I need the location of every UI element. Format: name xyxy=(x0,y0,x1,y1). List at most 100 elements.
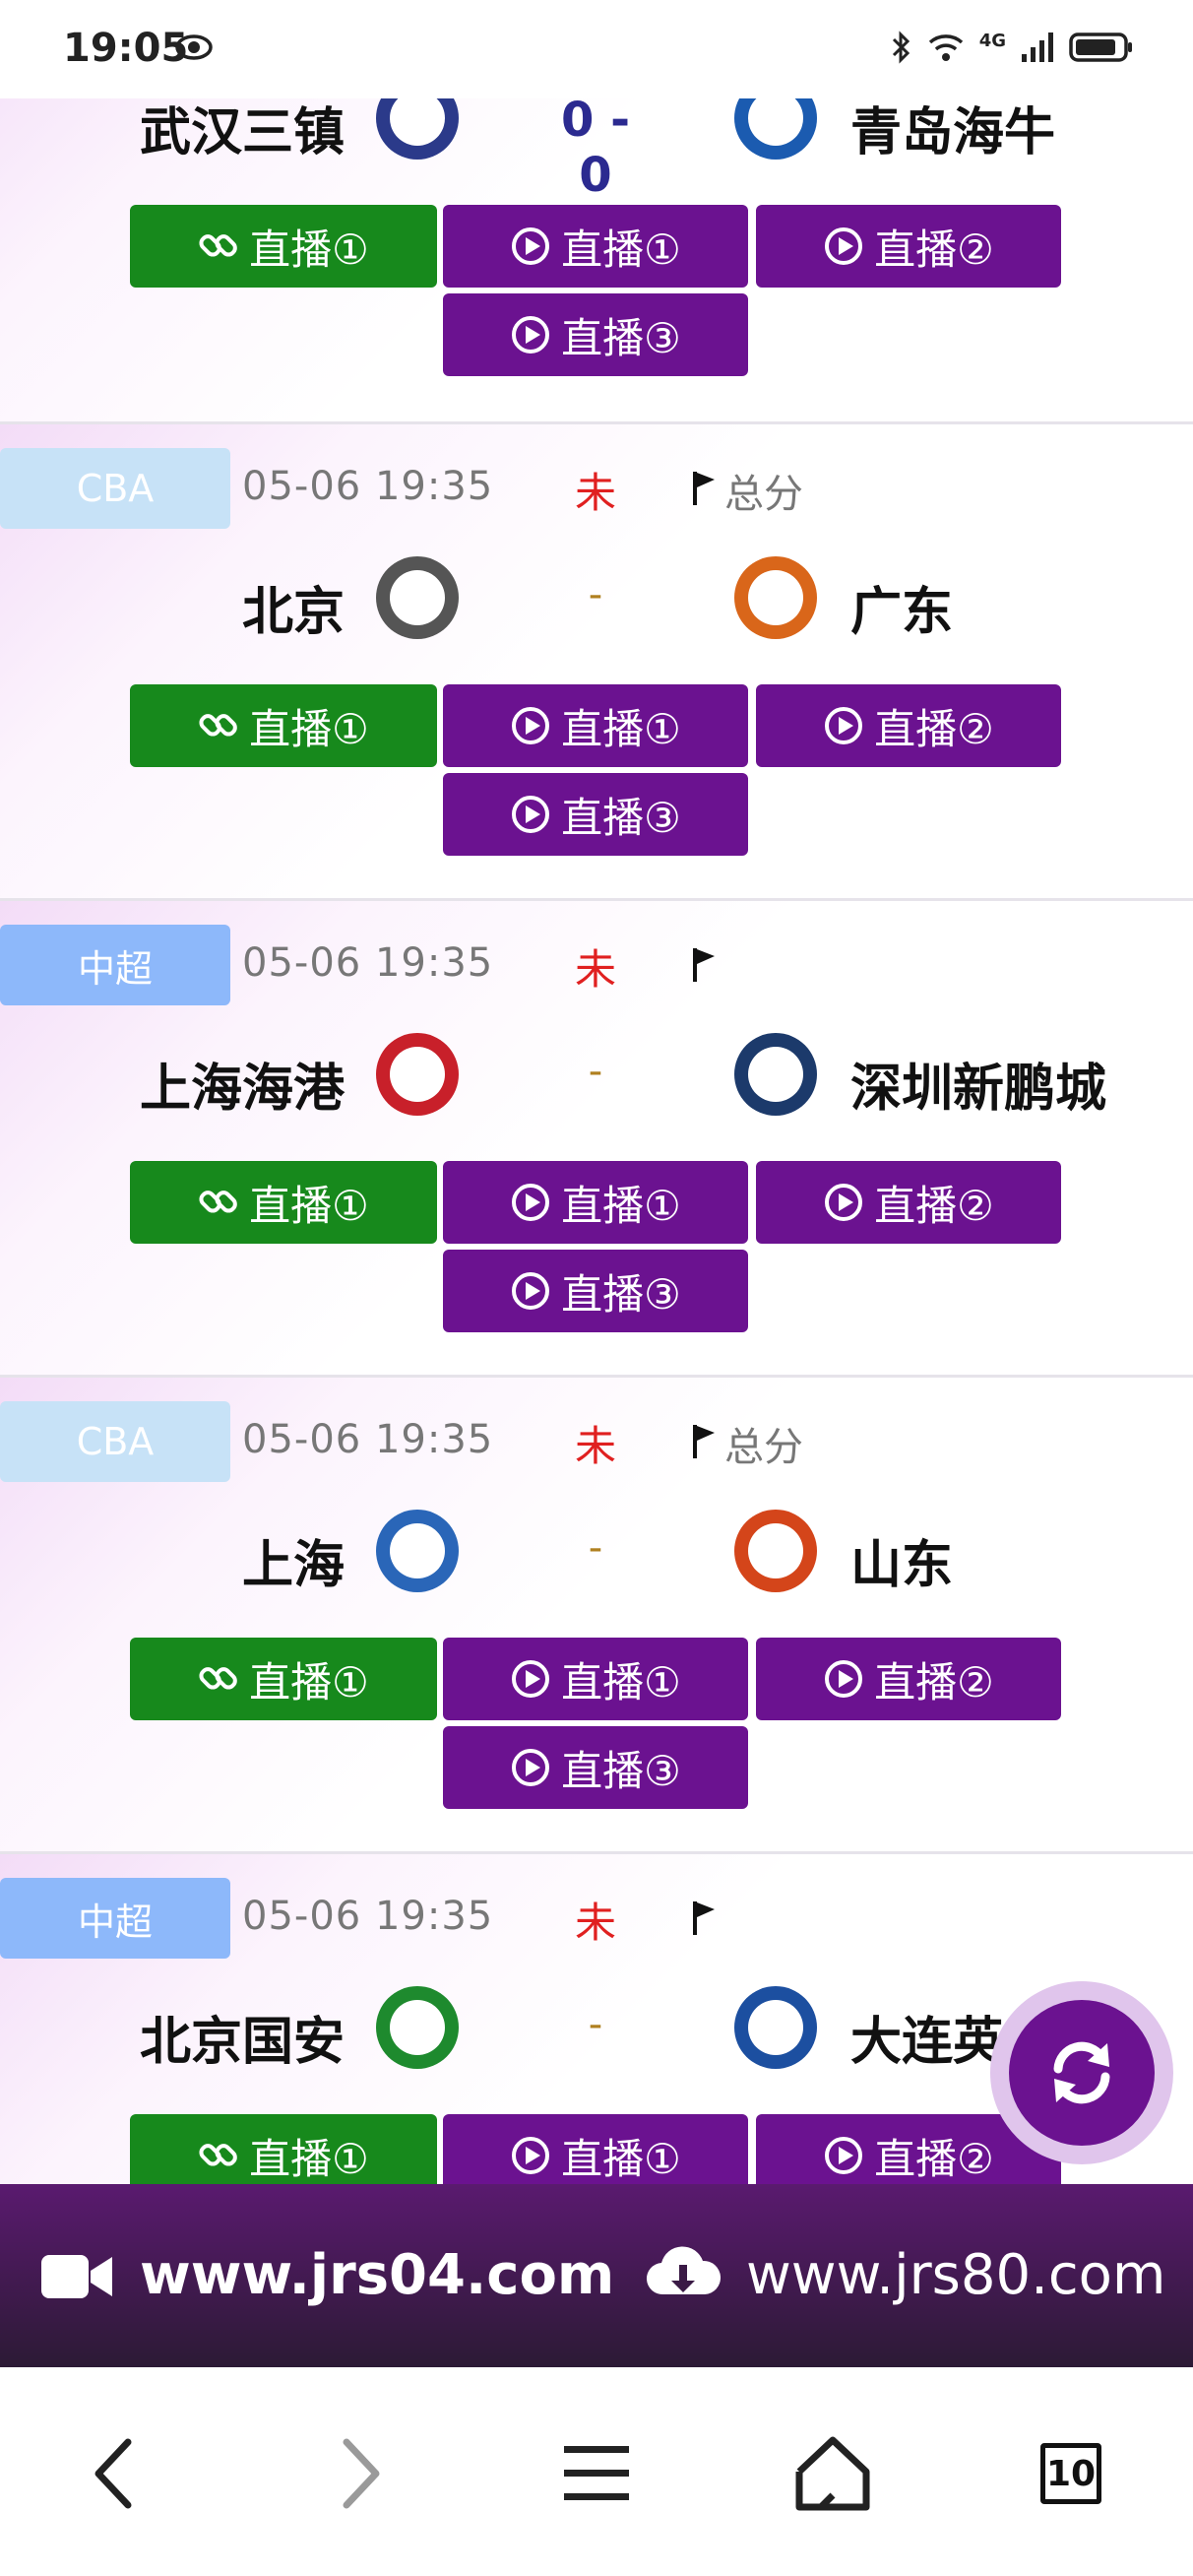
live-stream-button-2[interactable]: 直播② xyxy=(756,1161,1061,1244)
eye-icon xyxy=(175,34,213,60)
away-team-logo xyxy=(734,556,817,639)
match-status: 未 xyxy=(575,945,617,994)
chevron-left-icon xyxy=(94,2438,132,2509)
button-label: 直播① xyxy=(561,704,681,753)
score: - xyxy=(588,572,603,617)
play-circle-icon xyxy=(825,1184,863,1221)
live-stream-button-2[interactable]: 直播② xyxy=(756,1638,1061,1720)
live-link-button-1[interactable]: 直播① xyxy=(130,205,437,288)
away-team: 广东 xyxy=(850,583,954,642)
home-team-logo xyxy=(376,556,459,639)
link-icon xyxy=(199,1667,238,1690)
live-link-button-1[interactable]: 直播① xyxy=(130,1638,437,1720)
play-circle-icon xyxy=(825,707,863,744)
live-stream-button-1[interactable]: 直播① xyxy=(443,1638,748,1720)
total-score-label: 总分 xyxy=(724,1425,803,1470)
flag-icon xyxy=(693,472,715,505)
flag-icon xyxy=(693,1901,715,1935)
match-status: 未 xyxy=(575,1899,617,1947)
play-circle-icon xyxy=(825,2137,863,2174)
tabs-button[interactable]: 10 xyxy=(1022,2424,1120,2523)
match-time: 05-06 19:35 xyxy=(242,940,494,986)
live-stream-button-1[interactable]: 直播① xyxy=(443,1161,748,1244)
browser-nav-bar: 10 xyxy=(0,2367,1193,2576)
match-card[interactable]: CBA 05-06 19:35 未 总分 北京 - 广东 直播① 直播① 直播② 直播③ xyxy=(0,421,1193,898)
home-team: 北京 xyxy=(241,583,345,642)
button-label: 直播① xyxy=(561,225,681,274)
refresh-button[interactable] xyxy=(990,1981,1173,2164)
home-button[interactable] xyxy=(784,2424,882,2523)
league-badge: 中超 xyxy=(0,925,230,1005)
bluetooth-icon xyxy=(892,31,910,64)
home-team-logo xyxy=(376,1986,459,2069)
cloud-download-icon xyxy=(647,2246,721,2295)
live-stream-button-2[interactable]: 直播② xyxy=(756,684,1061,767)
site-link-1[interactable]: www.jrs04.com xyxy=(140,2243,614,2307)
button-label: 直播① xyxy=(249,225,369,274)
button-label: 直播① xyxy=(561,1181,681,1230)
away-team-logo xyxy=(734,1510,817,1592)
button-label: 直播③ xyxy=(561,1746,681,1795)
button-label: 直播① xyxy=(249,1181,369,1230)
live-link-button-1[interactable]: 直播① xyxy=(130,1161,437,1244)
link-icon xyxy=(199,2144,238,2166)
button-label: 直播③ xyxy=(561,1269,681,1319)
live-stream-button-3[interactable]: 直播③ xyxy=(443,1726,748,1809)
button-label: 直播② xyxy=(874,704,994,753)
forward-button[interactable] xyxy=(311,2424,409,2523)
button-label: 直播① xyxy=(249,2134,369,2183)
tabs-count: 10 xyxy=(1040,2443,1101,2504)
away-team: 深圳新鹏城 xyxy=(850,1060,1107,1119)
button-label: 直播② xyxy=(874,1181,994,1230)
home-team: 北京国安 xyxy=(139,2013,345,2072)
live-stream-button-3[interactable]: 直播③ xyxy=(443,773,748,856)
flag-icon xyxy=(693,948,715,982)
play-circle-icon xyxy=(512,1660,550,1698)
button-label: 直播① xyxy=(249,1657,369,1707)
back-button[interactable] xyxy=(65,2424,163,2523)
button-label: 直播② xyxy=(874,225,994,274)
score: - xyxy=(588,1049,603,1094)
live-stream-button-3[interactable]: 直播③ xyxy=(443,1250,748,1332)
wifi-icon xyxy=(928,34,963,61)
match-time: 05-06 19:35 xyxy=(242,464,494,509)
score: - xyxy=(588,2002,603,2047)
button-label: 直播① xyxy=(561,2134,681,2183)
play-circle-icon xyxy=(512,1272,550,1310)
match-status: 未 xyxy=(575,1422,617,1470)
match-card[interactable]: 中超 05-06 19:35 未上海海港 - 深圳新鹏城直播① 直播① 直播② 直播③ xyxy=(0,898,1193,1375)
league-badge: CBA xyxy=(0,448,230,529)
live-stream-button-1[interactable]: 直播① xyxy=(443,205,748,288)
live-link-button-1[interactable]: 直播① xyxy=(130,684,437,767)
button-label: 直播③ xyxy=(561,313,681,362)
link-icon xyxy=(199,1191,238,1213)
away-team-logo xyxy=(734,1986,817,2069)
home-team-logo xyxy=(376,1510,459,1592)
system-icons: 4G xyxy=(891,28,1134,67)
away-team: 山东 xyxy=(850,1536,954,1595)
match-card[interactable]: CBA 05-06 19:35 未 总分 上海 - 山东 直播① 直播① 直播② 直播③ xyxy=(0,1375,1193,1851)
home-team: 上海海港 xyxy=(139,1060,345,1119)
play-circle-icon xyxy=(825,1660,863,1698)
button-label: 直播② xyxy=(874,1657,994,1707)
video-camera-icon xyxy=(41,2255,112,2298)
away-team-logo xyxy=(734,1033,817,1116)
play-circle-icon xyxy=(825,227,863,265)
signal-icon xyxy=(1022,32,1053,62)
live-stream-button-3[interactable]: 直播③ xyxy=(443,293,748,376)
play-circle-icon xyxy=(512,796,550,833)
chevron-right-icon xyxy=(343,2438,380,2509)
live-stream-button-2[interactable]: 直播② xyxy=(756,205,1061,288)
play-circle-icon xyxy=(512,707,550,744)
live-stream-button-1[interactable]: 直播① xyxy=(443,684,748,767)
menu-button[interactable] xyxy=(547,2424,646,2523)
clock: 19:05 xyxy=(63,26,189,71)
site-banner: www.jrs04.com www.jrs80.com xyxy=(0,2184,1193,2367)
play-circle-icon xyxy=(512,1184,550,1221)
button-label: 直播① xyxy=(561,1657,681,1707)
site-link-2[interactable]: www.jrs80.com xyxy=(746,2243,1165,2307)
menu-icon xyxy=(564,2446,629,2500)
refresh-icon xyxy=(1053,2041,1110,2104)
away-team: 青岛海牛 xyxy=(850,103,1056,162)
home-team: 武汉三镇 xyxy=(139,103,345,162)
